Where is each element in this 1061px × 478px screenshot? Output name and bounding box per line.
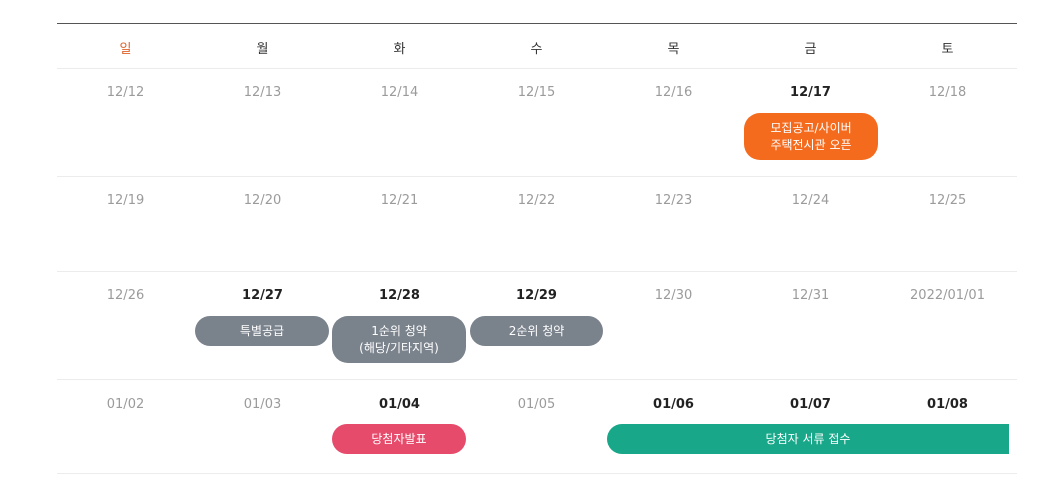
date-cell: 12/19 bbox=[106, 193, 145, 208]
event-label: 1순위 청약 (해당/기타지역) bbox=[359, 323, 439, 355]
date-cell: 12/16 bbox=[654, 85, 693, 100]
event-open-house[interactable]: 모집공고/사이버 주택전시관 오픈 bbox=[744, 113, 878, 160]
weekday-mon: 월 bbox=[256, 42, 269, 57]
date-cell-highlighted: 01/04 bbox=[379, 397, 420, 412]
date-cell: 12/22 bbox=[517, 193, 556, 208]
event-winner-announcement[interactable]: 당첨자발표 bbox=[332, 424, 466, 454]
date-cell-highlighted: 01/07 bbox=[790, 397, 831, 412]
date-cell: 01/05 bbox=[517, 397, 556, 412]
event-second-priority[interactable]: 2순위 청약 bbox=[470, 316, 603, 346]
date-cell: 12/21 bbox=[380, 193, 419, 208]
date-cell: 12/12 bbox=[106, 85, 145, 100]
date-cell-highlighted: 01/06 bbox=[653, 397, 694, 412]
date-cell-highlighted: 12/27 bbox=[242, 288, 283, 303]
date-cell: 12/31 bbox=[791, 288, 830, 303]
date-cell: 12/24 bbox=[791, 193, 830, 208]
date-cell: 12/15 bbox=[517, 85, 556, 100]
date-cell: 12/30 bbox=[654, 288, 693, 303]
date-cell: 01/02 bbox=[106, 397, 145, 412]
event-label: 2순위 청약 bbox=[508, 323, 565, 338]
date-cell-highlighted: 01/08 bbox=[927, 397, 968, 412]
date-cell: 12/25 bbox=[928, 193, 967, 208]
date-cell: 12/26 bbox=[106, 288, 145, 303]
weekday-wed: 수 bbox=[530, 42, 543, 57]
event-first-priority[interactable]: 1순위 청약 (해당/기타지역) bbox=[332, 316, 466, 363]
date-cell: 12/14 bbox=[380, 85, 419, 100]
date-cell: 12/20 bbox=[243, 193, 282, 208]
weekday-sat: 토 bbox=[941, 42, 954, 57]
event-special-supply[interactable]: 특별공급 bbox=[195, 316, 329, 346]
row-divider bbox=[57, 473, 1017, 474]
weekday-thu: 목 bbox=[667, 42, 680, 57]
row-divider bbox=[57, 379, 1017, 380]
event-label: 모집공고/사이버 주택전시관 오픈 bbox=[770, 120, 852, 152]
date-cell-highlighted: 12/17 bbox=[790, 85, 831, 100]
row-divider bbox=[57, 271, 1017, 272]
weekday-tue: 화 bbox=[393, 42, 406, 57]
date-cell: 01/03 bbox=[243, 397, 282, 412]
event-label: 당첨자 서류 접수 bbox=[765, 431, 851, 446]
date-cell: 12/18 bbox=[928, 85, 967, 100]
event-label: 당첨자발표 bbox=[371, 431, 427, 446]
event-document-submission[interactable]: 당첨자 서류 접수 bbox=[607, 424, 1009, 454]
date-cell: 2022/01/01 bbox=[910, 288, 985, 303]
calendar-top-border bbox=[57, 23, 1017, 24]
weekday-fri: 금 bbox=[804, 42, 817, 57]
date-cell-highlighted: 12/29 bbox=[516, 288, 557, 303]
weekday-sun: 일 bbox=[119, 42, 132, 57]
date-cell: 12/23 bbox=[654, 193, 693, 208]
date-cell: 12/13 bbox=[243, 85, 282, 100]
event-label: 특별공급 bbox=[239, 323, 285, 338]
row-divider bbox=[57, 176, 1017, 177]
date-cell-highlighted: 12/28 bbox=[379, 288, 420, 303]
row-divider bbox=[57, 68, 1017, 69]
